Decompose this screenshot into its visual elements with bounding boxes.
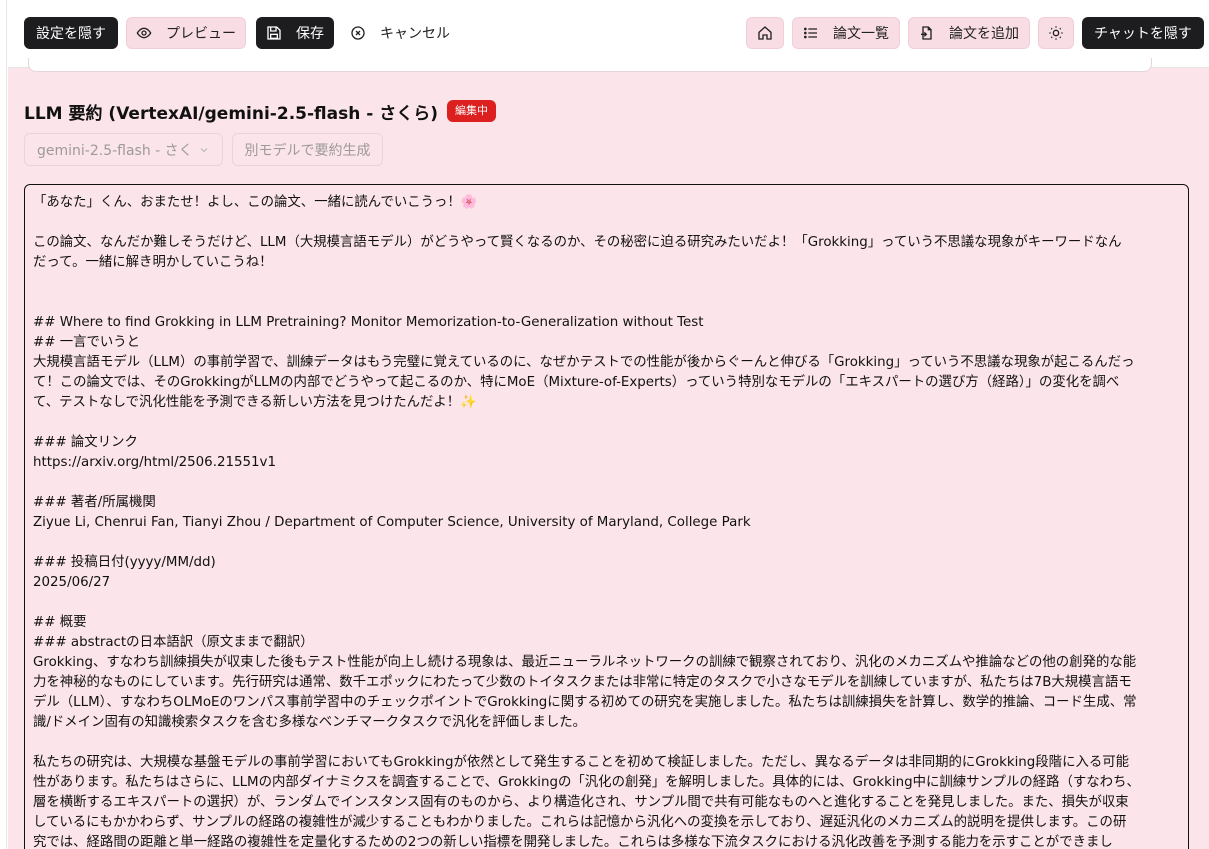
model-select-value: gemini-2.5-flash - さく <box>37 142 193 159</box>
editor-line: 力を神秘的なものにしています。先行研究は通常、数千エポックにわたって少数のトイタ… <box>33 675 1132 690</box>
summary-panel: 設定を隠す プレビュー 保存 キャンセル 論文一覧 論文を追加 チャットを隠す … <box>8 0 1209 849</box>
editing-status-badge: 編集中 <box>447 100 496 122</box>
paper-list-label: 論文一覧 <box>833 26 889 42</box>
editor-line: 私たちの研究は、大規模な基盤モデルの事前学習においてもGrokkingが依然とし… <box>33 755 1130 770</box>
editor-line: ## 一言でいうと <box>33 335 141 350</box>
summary-title: LLM 要約 (VertexAI/gemini-2.5-flash - さくら) <box>24 103 438 124</box>
summary-editor-textarea[interactable]: 「あなた」くん、おまたせ！よし、この論文、一緒に読んでいこうっ！🌸 この論文、なん… <box>24 184 1189 849</box>
editor-line: て！この論文では、そのGrokkingがLLMの内部でどうやって起こるのか、特に… <box>33 375 1120 390</box>
hide-chat-button[interactable]: チャットを隠す <box>1082 17 1204 49</box>
theme-toggle-button[interactable] <box>1038 17 1074 49</box>
editor-line: 性があります。私たちはさらに、LLMの内部ダイナミクスを調査することで、Grok… <box>33 775 1140 790</box>
editor-line: 識/ドメイン固有の知識検索タスクを含む多様なベンチマークタスクで汎化を評価しまし… <box>33 715 586 730</box>
add-paper-button[interactable]: 論文を追加 <box>908 17 1030 49</box>
editor-line: 層を横断するエキスパートの選択）が、ランダムでインスタンス固有のものから、より構… <box>33 795 1129 810</box>
editor-line: ### abstractの日本語訳（原文ままで翻訳） <box>33 635 314 650</box>
editor-line: ### 論文リンク <box>33 435 138 450</box>
save-button[interactable]: 保存 <box>256 17 334 49</box>
editor-line: この論文、なんだか難しそうだけど、LLM（大規模言語モデル）がどうやって賢くなる… <box>33 235 1122 250</box>
save-label: 保存 <box>296 26 324 42</box>
model-select[interactable]: gemini-2.5-flash - さく <box>24 133 223 166</box>
preview-label: プレビュー <box>166 26 236 42</box>
sun-icon <box>1049 26 1063 40</box>
left-panel-edge <box>0 0 7 849</box>
app-window: 設定を隠す プレビュー 保存 キャンセル 論文一覧 論文を追加 チャットを隠す … <box>0 0 1209 849</box>
editor-line: 大規模言語モデル（LLM）の事前学習で、訓練データはもう完璧に覚えているのに、な… <box>33 355 1135 370</box>
cancel-label: キャンセル <box>380 26 450 42</box>
list-icon <box>804 27 817 39</box>
editor-line: Ziyue Li, Chenrui Fan, Tianyi Zhou / Dep… <box>33 515 751 530</box>
home-icon <box>758 26 772 40</box>
close-circle-icon <box>351 26 365 40</box>
editor-line: て、テストなしで汎化性能を予測できる新しい方法を見つけたんだよ！✨ <box>33 395 477 410</box>
hide-settings-label: 設定を隠す <box>36 26 106 42</box>
summary-header: LLM 要約 (VertexAI/gemini-2.5-flash - さくら)… <box>24 98 496 124</box>
hide-chat-label: チャットを隠す <box>1094 26 1192 42</box>
editor-line: しているにもかかわらず、サンプルの経路の複雑性が減少することもわかりました。これ… <box>33 815 1127 830</box>
preview-button[interactable]: プレビュー <box>126 17 246 49</box>
editor-line: ## 概要 <box>33 615 87 630</box>
hide-settings-button[interactable]: 設定を隠す <box>24 17 118 49</box>
editor-line: ### 投稿日付(yyyy/MM/dd) <box>33 555 216 570</box>
editor-line: https://arxiv.org/html/2506.21551v1 <box>33 455 276 470</box>
eye-icon <box>136 27 152 39</box>
editor-line: 究では、経路間の距離と単一経路の複雑性を定量化するための2つの新しい指標を開発し… <box>33 835 1113 849</box>
cancel-button[interactable]: キャンセル <box>344 17 456 49</box>
save-icon <box>267 26 281 40</box>
chevron-down-icon <box>200 148 208 153</box>
paper-list-button[interactable]: 論文一覧 <box>792 17 900 49</box>
editor-line: 2025/06/27 <box>33 575 111 590</box>
home-button[interactable] <box>746 17 784 49</box>
editor-line: 「あなた」くん、おまたせ！よし、この論文、一緒に読んでいこうっ！🌸 <box>33 195 478 210</box>
file-import-icon <box>921 26 932 40</box>
generate-label: 別モデルで要約生成 <box>244 142 371 159</box>
editor-line: デル（LLM）、すなわちOLMoEのワンパス事前学習中のチェックポイントでGro… <box>33 695 1137 710</box>
editor-line: Grokking、すなわち訓練損失が収束した後もテスト性能が向上し続ける現象は、… <box>33 655 1137 670</box>
editor-line: ### 著者/所属機関 <box>33 495 156 510</box>
add-paper-label: 論文を追加 <box>949 26 1019 42</box>
scrolled-card-edge <box>28 58 1152 72</box>
generate-with-other-model-button[interactable]: 別モデルで要約生成 <box>232 133 383 166</box>
editor-line: だって。一緒に解き明かしていこうね！ <box>33 255 273 270</box>
editor-line: ## Where to find Grokking in LLM Pretrai… <box>33 315 704 330</box>
